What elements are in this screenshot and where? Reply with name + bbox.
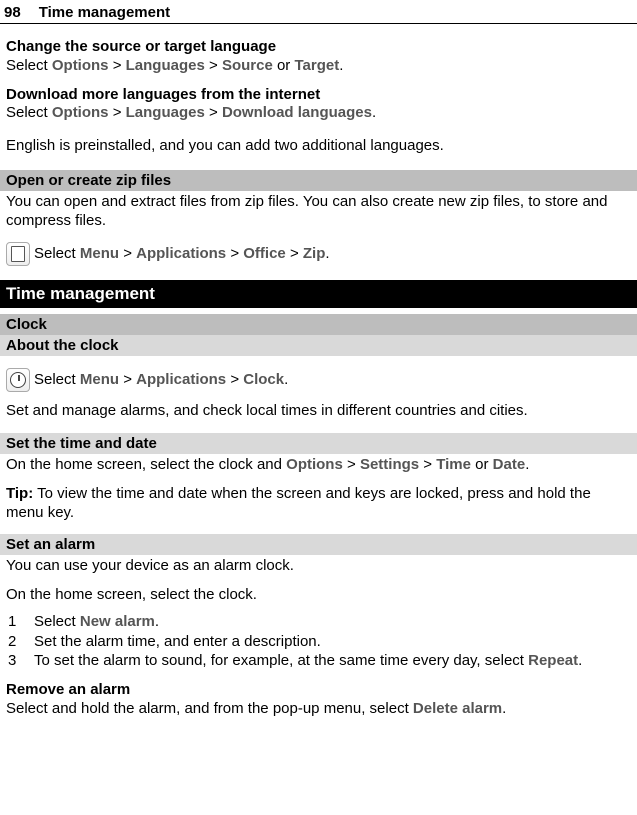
language-note: English is preinstalled, and you can add… [6, 137, 631, 156]
change-language-heading: Change the source or target language [6, 38, 631, 57]
time-management-chapter-bar: Time management [0, 280, 637, 308]
tip-text: Tip: To view the time and date when the … [6, 485, 631, 523]
download-languages-heading: Download more languages from the interne… [6, 86, 631, 105]
set-alarm-bar: Set an alarm [0, 534, 637, 555]
clock-description: Set and manage alarms, and check local t… [6, 402, 631, 421]
alarm-step-1: Select New alarm. [6, 613, 631, 632]
zip-section-bar: Open or create zip files [0, 170, 637, 191]
set-time-date-path: On the home screen, select the clock and… [6, 456, 631, 475]
page-number: 98 [4, 4, 21, 21]
clock-path-line: Select Menu > Applications > Clock. [6, 368, 631, 392]
header-section: Time management [39, 4, 170, 21]
alarm-steps: Select New alarm. Set the alarm time, an… [6, 613, 631, 671]
alarm-intro: You can use your device as an alarm cloc… [6, 557, 631, 576]
zip-intro: You can open and extract files from zip … [6, 193, 631, 231]
remove-alarm-heading: Remove an alarm [6, 681, 631, 700]
clock-section-bar: Clock [0, 314, 637, 335]
set-time-date-bar: Set the time and date [0, 433, 637, 454]
zip-path-line: Select Menu > Applications > Office > Zi… [6, 242, 631, 266]
page-header: 98 Time management [0, 0, 637, 24]
download-languages-path: Select Options > Languages > Download la… [6, 104, 631, 123]
change-language-path: Select Options > Languages > Source or T… [6, 57, 631, 76]
alarm-home-instruction: On the home screen, select the clock. [6, 586, 631, 605]
remove-alarm-text: Select and hold the alarm, and from the … [6, 700, 631, 719]
zip-icon [6, 242, 30, 266]
clock-icon [6, 368, 30, 392]
about-clock-bar: About the clock [0, 335, 637, 356]
alarm-step-2: Set the alarm time, and enter a descript… [6, 633, 631, 652]
alarm-step-3: To set the alarm to sound, for example, … [6, 652, 631, 671]
